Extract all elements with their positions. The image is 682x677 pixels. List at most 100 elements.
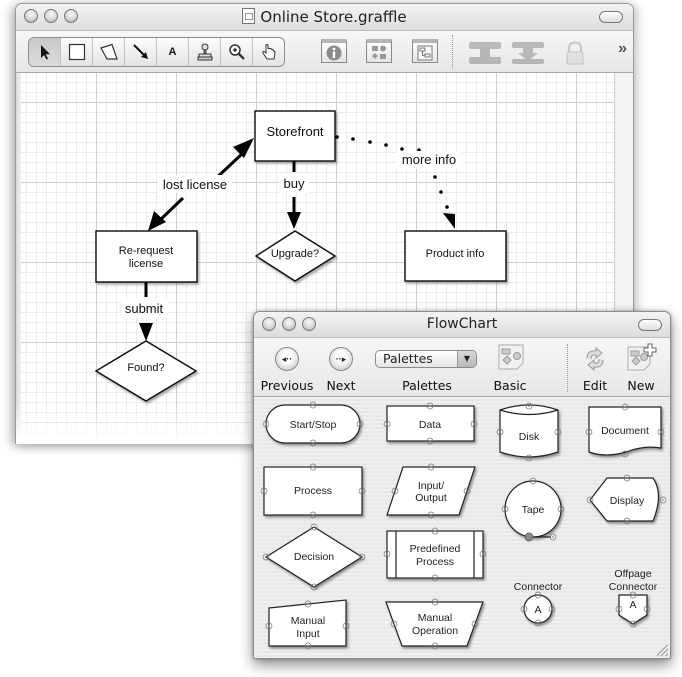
shape-tool[interactable] [61, 38, 93, 66]
node-label: Upgrade? [271, 248, 319, 260]
shape-manual-operation[interactable]: Manual Operation [385, 598, 484, 650]
refresh-arrows-icon [586, 346, 604, 372]
toolbar-overflow-button[interactable]: » [618, 40, 627, 58]
shape-document[interactable]: Document [585, 403, 665, 458]
stamp-icon [197, 43, 212, 61]
palette-title-bar[interactable]: FlowChart [254, 312, 670, 338]
palettes-label: Palettes [402, 378, 452, 393]
arrow-pointer-icon [40, 45, 50, 60]
next-arrow-icon: ··▸ [329, 347, 353, 371]
previous-label: Previous [260, 378, 314, 393]
chevron-down-icon: ▼ [457, 351, 476, 367]
shape-disk[interactable]: Disk [496, 402, 562, 462]
palettes-popup[interactable]: Palettes ▼ [375, 350, 477, 368]
ungroup-button[interactable] [511, 41, 545, 70]
node-label: Product info [426, 248, 485, 260]
palettes-control: Palettes ▼ Palettes [375, 338, 479, 396]
canvases-icon [417, 45, 433, 60]
previous-arrow-icon: ◂·· [275, 347, 299, 371]
line-tool[interactable] [125, 38, 157, 66]
shape-label: Input [296, 628, 319, 640]
zoom-tool[interactable] [221, 38, 253, 66]
text-icon: A [168, 46, 177, 58]
palettes-popup-value: Palettes [383, 351, 433, 366]
shape-tape[interactable]: Tape [501, 477, 565, 542]
group-button[interactable] [468, 41, 502, 70]
shape-caption: Offpage [614, 568, 651, 580]
shape-caption: Connector [514, 581, 563, 593]
canvases-button[interactable] [412, 39, 438, 63]
drawing-tools: A [28, 37, 285, 67]
node-product-info[interactable]: Product info [404, 230, 507, 282]
new-label: New [627, 378, 655, 393]
node-label: Found? [127, 362, 164, 374]
basic-label: Basic [493, 378, 527, 393]
new-stencil-icon [627, 343, 657, 371]
edit-button[interactable]: Edit [578, 338, 612, 396]
hand-icon [261, 44, 276, 60]
document-icon [242, 8, 256, 24]
basic-button[interactable]: Basic [488, 338, 532, 396]
main-toolbar: A » [16, 31, 633, 73]
selection-tool[interactable] [29, 38, 61, 66]
edit-label: Edit [582, 378, 608, 393]
edge-label-lost-license: lost license [163, 177, 227, 192]
polygon-icon [99, 43, 118, 60]
window-title-text: Online Store.graffle [260, 8, 407, 26]
shape-connector[interactable]: Connector A [514, 581, 563, 627]
stamp-tool[interactable] [189, 38, 221, 66]
palette-toolbar-separator [567, 344, 568, 392]
resize-handle[interactable] [657, 645, 668, 656]
shape-label: Operation [412, 625, 458, 637]
text-tool[interactable]: A [157, 38, 189, 66]
pen-tool[interactable] [93, 38, 125, 66]
shape-label: Decision [294, 551, 334, 563]
new-button[interactable]: New [620, 338, 662, 396]
shape-label: Data [419, 419, 441, 431]
shape-label: Display [610, 495, 645, 507]
shape-label: Output [415, 492, 447, 504]
shape-manual-input[interactable]: Manual Input [265, 599, 350, 650]
palette-shapes-area: Start/Stop Data Disk Document Process In… [254, 397, 670, 658]
shape-process[interactable]: Process [260, 463, 366, 519]
main-title-bar[interactable]: Online Store.graffle [16, 4, 633, 31]
flowchart-palette-window: FlowChart ◂·· Previous ··▸ Next Palettes… [253, 311, 671, 659]
palette-toolbar-toggle[interactable] [638, 319, 662, 331]
palette-toolbar: ◂·· Previous ··▸ Next Palettes ▼ Palette… [254, 338, 670, 397]
shape-label: Predefined [410, 543, 461, 555]
node-label: Storefront [266, 124, 323, 139]
shape-input-output[interactable]: Input/ Output [386, 463, 476, 519]
shape-decision[interactable]: Decision [262, 523, 366, 591]
next-label: Next [326, 378, 356, 393]
toolbar-toggle-button[interactable] [599, 11, 623, 23]
shape-letter: A [534, 604, 541, 616]
hand-tool[interactable] [253, 38, 284, 66]
canvas-left-edge [16, 73, 21, 444]
shape-predefined-process[interactable]: Predefined Process [383, 527, 487, 582]
magnifier-icon [228, 44, 245, 60]
shape-label: Manual [291, 615, 325, 627]
shape-letter: A [629, 599, 636, 611]
shape-display[interactable]: Display [586, 474, 667, 525]
palette-shapes: Start/Stop Data Disk Document Process In… [260, 401, 667, 650]
info-inspector-icon [326, 45, 342, 60]
node-storefront[interactable]: Storefront [254, 110, 336, 162]
shape-start-stop[interactable]: Start/Stop [262, 401, 364, 447]
shape-offpage-connector[interactable]: Offpage Connector A [609, 568, 658, 628]
stencils-button[interactable] [366, 39, 392, 63]
node-label: Re-request [119, 245, 173, 257]
info-inspector-button[interactable] [321, 39, 347, 63]
stencil-document-icon [498, 344, 524, 370]
palette-title: FlowChart [426, 316, 498, 332]
lock-button[interactable] [565, 41, 585, 70]
shape-label: Process [416, 556, 454, 568]
shape-caption: Connector [609, 581, 658, 593]
shape-label: Start/Stop [290, 419, 337, 431]
shape-data[interactable]: Data [383, 402, 478, 445]
edge-label-buy: buy [284, 176, 305, 191]
node-re-request-license[interactable]: Re-request license [95, 230, 198, 283]
shape-label: Document [601, 425, 649, 437]
previous-button[interactable]: ◂·· Previous [260, 338, 314, 396]
next-button[interactable]: ··▸ Next [316, 338, 366, 396]
shape-label: Process [294, 485, 332, 497]
